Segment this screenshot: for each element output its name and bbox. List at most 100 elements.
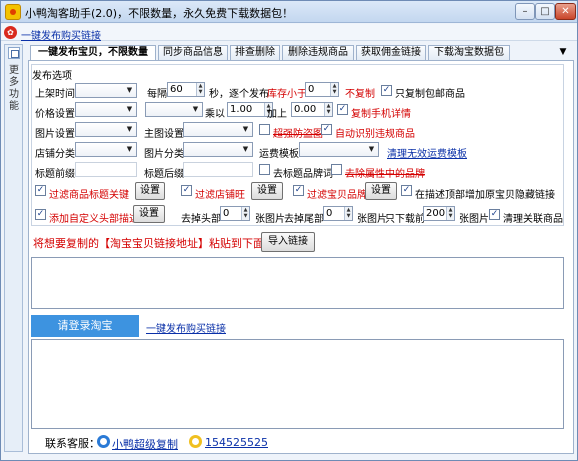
hidden-link-checkbox[interactable]: ✓ xyxy=(401,185,412,196)
interval-stepper[interactable]: 60 ▲ ▼ xyxy=(167,82,205,97)
paste-hint: 将想要复制的【淘宝宝贝链接地址】粘贴到下面！ xyxy=(33,237,275,250)
remove-attr-brand-checkbox[interactable] xyxy=(331,164,342,175)
title-suffix-label: 标题后缀 xyxy=(144,169,184,180)
expand-icon xyxy=(8,47,20,59)
download-only-value: 200 xyxy=(426,208,446,219)
log-output-area[interactable] xyxy=(31,339,564,429)
import-links-button[interactable]: 导入链接 xyxy=(261,232,315,252)
qq-icon xyxy=(97,435,110,448)
chevron-down-icon: ▼ xyxy=(242,125,249,133)
image-setting-label: 图片设置 xyxy=(35,129,75,140)
download-only-stepper[interactable]: 200 ▲ ▼ xyxy=(423,206,455,221)
stock-stepper[interactable]: 0 ▲ ▼ xyxy=(305,82,339,97)
interval-value: 60 xyxy=(170,84,183,95)
spin-arrows-icon[interactable]: ▲ ▼ xyxy=(330,83,338,96)
remove-brand-label: 去标题品牌词 xyxy=(273,169,333,180)
interval-label: 每隔 xyxy=(147,89,167,100)
filter-brand-settings-button[interactable]: 设置 xyxy=(365,182,397,200)
remove-tail-label: 去掉尾部 xyxy=(284,214,324,225)
tab-check-delete[interactable]: 排查删除 xyxy=(230,45,280,60)
tab-commission[interactable]: 获取佣金链接 xyxy=(356,45,426,60)
title-prefix-input[interactable] xyxy=(75,162,137,177)
filter-brand-checkbox[interactable]: ✓ xyxy=(293,185,304,196)
link-input-area[interactable] xyxy=(31,257,564,309)
weibo-icon: ✿ xyxy=(4,26,17,39)
service-label: 联系客服： xyxy=(45,437,100,450)
publish-buy-link[interactable]: 一键发布购买链接 xyxy=(146,320,226,335)
download-only-label: 只下载前 xyxy=(385,214,425,225)
image-setting-select[interactable]: ▼ xyxy=(75,122,137,137)
spin-arrows-icon[interactable]: ▲ ▼ xyxy=(241,207,249,220)
remove-head-value: 0 xyxy=(223,208,230,219)
tab-menu-icon[interactable]: ▼ xyxy=(556,45,570,59)
chevron-down-icon: ▼ xyxy=(126,86,133,94)
top-publish-link[interactable]: 一键发布购买链接 xyxy=(21,27,101,42)
only-free-ship-checkbox[interactable]: ✓ xyxy=(381,85,392,96)
side-more-panel[interactable]: 更多功能 xyxy=(4,44,23,452)
anti-theft-checkbox[interactable] xyxy=(259,124,270,135)
hidden-link-label: 在描述顶部增加原宝贝隐藏链接 xyxy=(415,190,555,201)
custom-header-checkbox[interactable]: ✓ xyxy=(35,209,46,220)
seconds-label: 秒，逐个发布 xyxy=(209,89,269,100)
group-title: 发布选项 xyxy=(32,71,72,82)
remove-tail-stepper[interactable]: 0 ▲ ▼ xyxy=(323,206,353,221)
tab-bar: 一键发布宝贝，不限数量 同步商品信息 排查删除 删除违规商品 获取佣金链接 下载… xyxy=(28,45,574,61)
chevron-down-icon: ▼ xyxy=(242,145,249,153)
chevron-down-icon: ▼ xyxy=(126,145,133,153)
images-label-1: 张图片 xyxy=(255,214,285,225)
shelf-time-label: 上架时间 xyxy=(35,89,75,100)
spin-arrows-icon[interactable]: ▲ ▼ xyxy=(324,103,332,116)
custom-header-settings-button[interactable]: 设置 xyxy=(133,205,165,223)
shop-category-label: 店铺分类 xyxy=(35,149,75,160)
image-category-select[interactable]: ▼ xyxy=(183,142,253,157)
qq-penguin-icon xyxy=(189,435,202,448)
filter-title-settings-button[interactable]: 设置 xyxy=(135,182,165,200)
filter-title-checkbox[interactable]: ✓ xyxy=(35,185,46,196)
price-mode-select[interactable]: ▼ xyxy=(75,102,137,117)
freight-template-select[interactable]: ▼ xyxy=(299,142,379,157)
tab-delete-violation[interactable]: 删除违规商品 xyxy=(282,45,354,60)
tab-download[interactable]: 下载淘宝数据包 xyxy=(428,45,510,60)
clean-related-label: 清理关联商品 xyxy=(503,214,563,225)
tab-publish[interactable]: 一键发布宝贝，不限数量 xyxy=(30,45,156,61)
app-window: 小鸭淘客助手(2.0)，不限数量，永久免费下载数据包！ – □ ✕ ✿ 一键发布… xyxy=(0,0,578,461)
remove-head-stepper[interactable]: 0 ▲ ▼ xyxy=(220,206,250,221)
price-rule-select[interactable]: ▼ xyxy=(145,102,203,117)
filter-shop-checkbox[interactable]: ✓ xyxy=(181,185,192,196)
qq-number-link[interactable]: 154525525 xyxy=(205,436,268,449)
copy-mobile-label: 复制手机详情 xyxy=(351,109,411,120)
copy-tool-link[interactable]: 小鸭超级复制 xyxy=(112,436,178,452)
filter-shop-settings-button[interactable]: 设置 xyxy=(251,182,283,200)
images-label-3: 张图片 xyxy=(459,214,489,225)
auto-recognize-checkbox[interactable]: ✓ xyxy=(321,124,332,135)
window-title: 小鸭淘客助手(2.0)，不限数量，永久免费下载数据包！ xyxy=(25,7,294,20)
clean-related-checkbox[interactable]: ✓ xyxy=(489,209,500,220)
shop-category-select[interactable]: ▼ xyxy=(75,142,137,157)
close-button[interactable]: ✕ xyxy=(555,3,576,20)
filter-title-label: 过滤商品标题关键 xyxy=(49,190,129,201)
spin-arrows-icon[interactable]: ▲ ▼ xyxy=(446,207,454,220)
minimize-button[interactable]: – xyxy=(515,3,535,20)
price-setting-label: 价格设置 xyxy=(35,109,75,120)
main-image-select[interactable]: ▼ xyxy=(183,122,253,137)
clear-freight-link[interactable]: 清理无效运费模板 xyxy=(387,145,467,160)
multiply-label: 乘以 xyxy=(205,109,225,120)
no-copy-label: 不复制 xyxy=(345,89,375,100)
title-bar: 小鸭淘客助手(2.0)，不限数量，永久免费下载数据包！ – □ ✕ xyxy=(1,1,577,23)
stock-less-label: 库存小于 xyxy=(267,89,307,100)
spin-arrows-icon[interactable]: ▲ ▼ xyxy=(344,207,352,220)
custom-header-label: 添加自定义头部描述 xyxy=(49,214,139,225)
images-label-2: 张图片 xyxy=(357,214,387,225)
title-suffix-input[interactable] xyxy=(183,162,253,177)
title-prefix-label: 标题前缀 xyxy=(35,169,75,180)
remove-tail-value: 0 xyxy=(326,208,333,219)
copy-mobile-checkbox[interactable]: ✓ xyxy=(337,104,348,115)
remove-brand-checkbox[interactable] xyxy=(259,164,270,175)
main-image-label: 主图设置 xyxy=(144,129,184,140)
add-stepper[interactable]: 0.00 ▲ ▼ xyxy=(291,102,333,117)
spin-arrows-icon[interactable]: ▲ ▼ xyxy=(196,83,204,96)
login-taobao-button[interactable]: 请登录淘宝 xyxy=(31,315,139,337)
maximize-button[interactable]: □ xyxy=(535,3,555,20)
tab-sync[interactable]: 同步商品信息 xyxy=(158,45,228,60)
shelf-time-select[interactable]: ▼ xyxy=(75,83,137,98)
